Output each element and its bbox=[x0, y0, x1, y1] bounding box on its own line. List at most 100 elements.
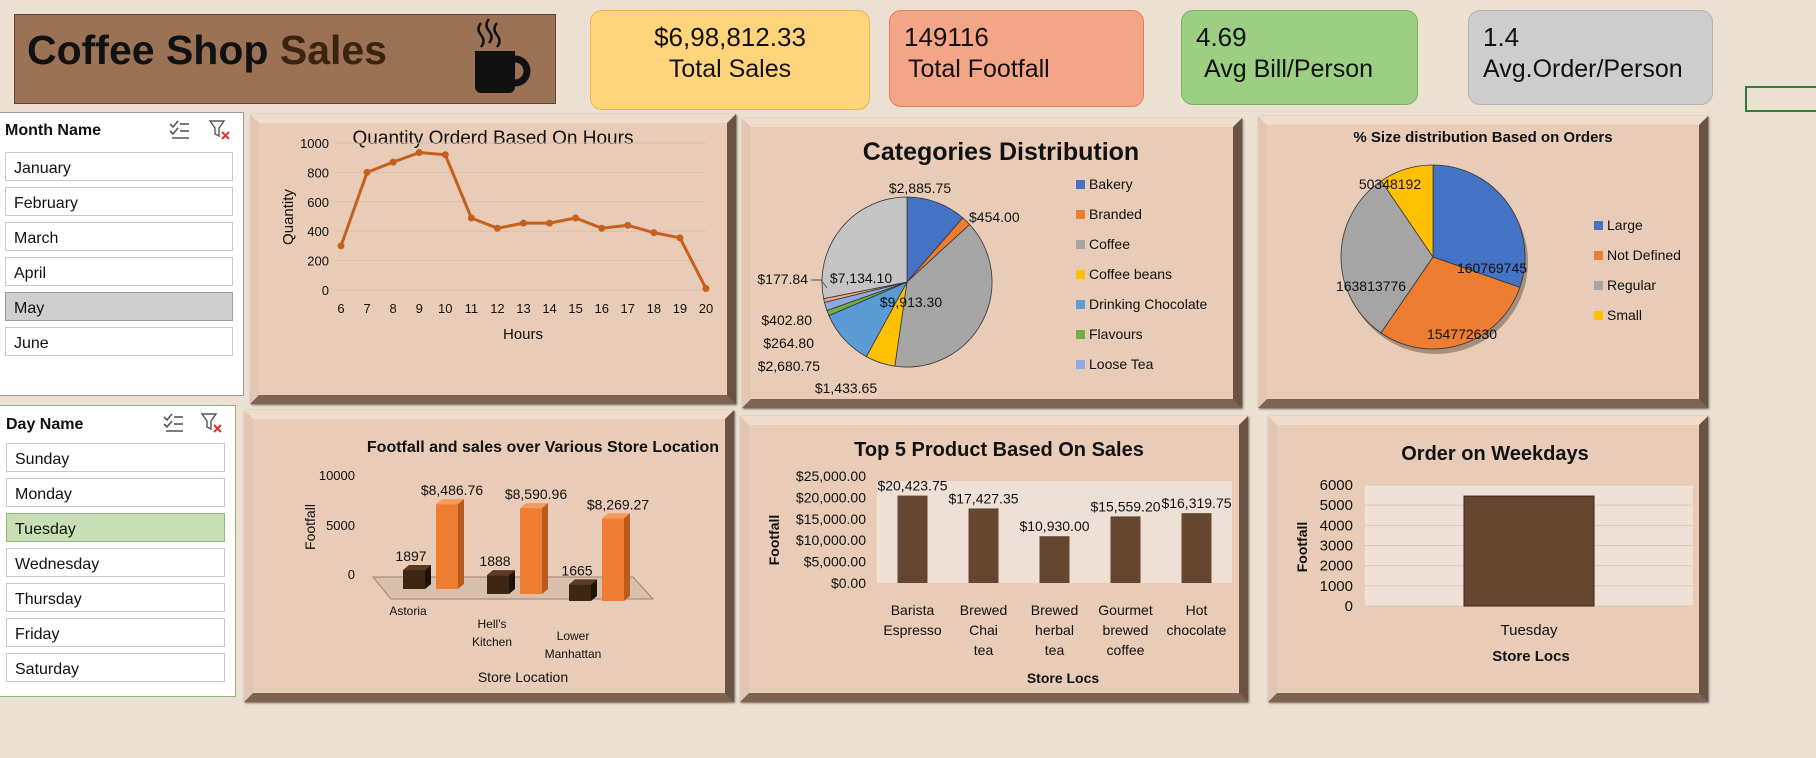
slicer-item-may[interactable]: May bbox=[5, 292, 233, 321]
x-tick-label: 8 bbox=[390, 301, 397, 316]
data-label: $8,590.96 bbox=[505, 486, 567, 502]
x-tick-label: Chai bbox=[969, 622, 998, 638]
y-tick-label: 3000 bbox=[1320, 538, 1353, 555]
x-tick-label: 7 bbox=[363, 301, 370, 316]
y-tick-label: 0 bbox=[348, 567, 355, 582]
kpi-avg-bill: 4.69 Avg Bill/Person bbox=[1181, 10, 1418, 105]
y-tick-label: 10000 bbox=[319, 468, 355, 483]
x-axis-label: Store Location bbox=[478, 669, 568, 685]
chart-categories[interactable]: Categories Distribution $2,885.75 $454.00 $… bbox=[742, 118, 1242, 408]
slicer-item-friday[interactable]: Friday bbox=[6, 618, 225, 647]
y-tick-label: $10,000.00 bbox=[796, 532, 866, 548]
data-point bbox=[702, 285, 710, 293]
x-tick-label: Gourmet bbox=[1098, 602, 1153, 618]
data-point bbox=[467, 214, 475, 222]
x-tick-label: 11 bbox=[465, 301, 479, 316]
legend-swatch bbox=[1076, 330, 1085, 339]
slicer-item-saturday[interactable]: Saturday bbox=[6, 653, 225, 682]
coffee-cup-icon bbox=[475, 18, 531, 93]
legend-swatch bbox=[1076, 210, 1085, 219]
slicer-title: Day Name bbox=[6, 416, 84, 433]
legend-swatch bbox=[1076, 300, 1085, 309]
y-tick-label: 6000 bbox=[1320, 477, 1353, 494]
selected-cell[interactable] bbox=[1745, 86, 1816, 112]
multi-select-icon[interactable] bbox=[162, 412, 184, 434]
y-tick-label: 0 bbox=[1345, 598, 1353, 615]
chart-size-distribution[interactable]: % Size distribution Based on Orders 16076… bbox=[1258, 116, 1708, 408]
x-tick-label: 12 bbox=[490, 301, 504, 316]
bar bbox=[968, 508, 999, 583]
data-label: $7,134.10 bbox=[830, 270, 892, 286]
legend-swatch bbox=[1594, 311, 1603, 320]
slicer-item-monday[interactable]: Monday bbox=[6, 478, 225, 507]
slicer-item-thursday[interactable]: Thursday bbox=[6, 583, 225, 612]
data-point bbox=[415, 149, 423, 157]
legend-swatch bbox=[1076, 270, 1085, 279]
legend-swatch bbox=[1594, 221, 1603, 230]
y-tick-label: 400 bbox=[307, 224, 329, 239]
legend-swatch bbox=[1076, 240, 1085, 249]
chart-weekdays[interactable]: Order on Weekdays Footfall 0 1000 2000 3000 40… bbox=[1268, 416, 1708, 702]
title-banner: Coffee Shop Sales bbox=[14, 14, 556, 104]
slicer-item-january[interactable]: January bbox=[5, 152, 233, 181]
data-point bbox=[520, 219, 527, 227]
x-tick-label: Brewed bbox=[1031, 602, 1078, 618]
x-tick-label: brewed bbox=[1103, 622, 1149, 638]
x-tick-label: Brewed bbox=[960, 602, 1007, 618]
legend-label: Loose Tea bbox=[1089, 356, 1154, 372]
legend-label: Drinking Chocolate bbox=[1089, 296, 1207, 312]
x-tick-label: 10 bbox=[438, 301, 452, 316]
bar-side bbox=[458, 499, 464, 589]
slicer-item-february[interactable]: February bbox=[5, 187, 233, 216]
line-chart: Quantity Orderd Based On Hours 0 200 400 600… bbox=[280, 128, 713, 343]
data-point bbox=[624, 221, 632, 229]
slicer-item-april[interactable]: April bbox=[5, 257, 233, 286]
bar bbox=[403, 570, 425, 589]
x-tick-label: Hell's bbox=[478, 617, 507, 631]
x-tick-label: Lower bbox=[557, 629, 590, 643]
kpi-value: 149116 bbox=[904, 22, 989, 52]
clear-filter-icon[interactable] bbox=[208, 118, 232, 142]
legend-label: Regular bbox=[1607, 277, 1656, 293]
chart-quantity-hours[interactable]: Quantity Orderd Based On Hours 0 200 400 600… bbox=[250, 114, 736, 404]
x-tick-label: 18 bbox=[647, 301, 661, 316]
slicer-item-wednesday[interactable]: Wednesday bbox=[6, 548, 225, 577]
legend-label: Branded bbox=[1089, 206, 1142, 222]
slicer-item-sunday[interactable]: Sunday bbox=[6, 443, 225, 472]
chart-title: Top 5 Product Based On Sales bbox=[854, 439, 1144, 461]
data-label: $8,486.76 bbox=[421, 482, 483, 498]
x-tick-label: Manhattan bbox=[545, 647, 602, 661]
bar bbox=[436, 504, 458, 589]
legend-label: Bakery bbox=[1089, 176, 1133, 192]
y-tick-label: $5,000.00 bbox=[804, 554, 866, 570]
x-tick-label: chocolate bbox=[1167, 622, 1227, 638]
slicer-title: Month Name bbox=[5, 122, 101, 139]
y-tick-label: 200 bbox=[307, 254, 329, 269]
kpi-value: 1.4 bbox=[1483, 22, 1520, 52]
chart-store-location[interactable]: Footfall and sales over Various Store Lo… bbox=[244, 410, 734, 702]
y-axis-label: Footfall bbox=[1294, 522, 1310, 573]
y-axis-label: Footfall bbox=[766, 515, 782, 566]
data-label: 1888 bbox=[479, 553, 510, 569]
x-tick-label: 16 bbox=[594, 301, 608, 316]
clear-filter-icon[interactable] bbox=[200, 411, 224, 435]
multi-select-icon[interactable] bbox=[168, 119, 190, 141]
chart-top-products[interactable]: Top 5 Product Based On Sales Footfall $0.0… bbox=[740, 416, 1248, 702]
y-tick-label: 4000 bbox=[1320, 517, 1353, 534]
bar bbox=[1181, 513, 1212, 583]
slicer-item-june[interactable]: June bbox=[5, 327, 233, 356]
x-tick-label: Tuesday bbox=[1501, 622, 1558, 639]
data-label: $20,423.75 bbox=[877, 478, 947, 494]
month-slicer: Month Name January February March April … bbox=[0, 112, 244, 396]
top-products-bar-chart: Top 5 Product Based On Sales Footfall $0.0… bbox=[766, 439, 1232, 686]
bar bbox=[487, 575, 509, 594]
data-point bbox=[676, 234, 684, 242]
y-tick-label: 5000 bbox=[326, 518, 355, 533]
slicer-item-march[interactable]: March bbox=[5, 222, 233, 251]
x-tick-label: 9 bbox=[416, 301, 423, 316]
y-tick-label: 5000 bbox=[1320, 497, 1353, 514]
data-point bbox=[337, 242, 345, 250]
slicer-item-tuesday[interactable]: Tuesday bbox=[6, 513, 225, 542]
y-tick-label: 2000 bbox=[1320, 558, 1353, 575]
data-label: 163813776 bbox=[1336, 278, 1406, 294]
